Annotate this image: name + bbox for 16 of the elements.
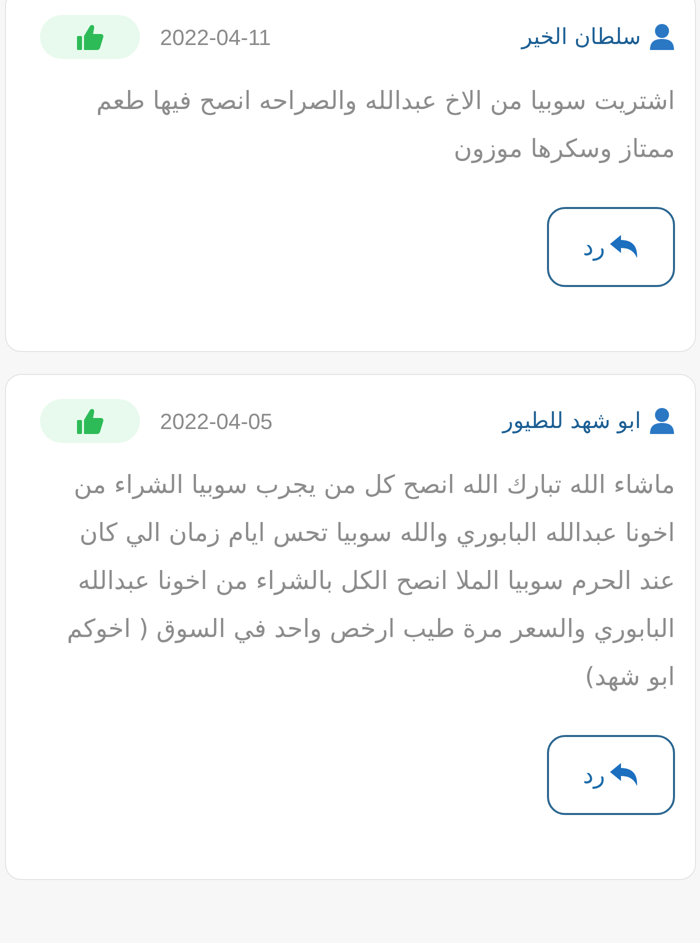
reply-icon (609, 234, 640, 260)
thumbs-up-icon (75, 406, 105, 436)
like-button[interactable] (40, 15, 140, 59)
review-date: 2022-04-11 (160, 24, 271, 52)
like-button[interactable] (40, 399, 140, 443)
reply-button[interactable]: رد (547, 207, 675, 287)
reply-button[interactable]: رد (547, 735, 675, 815)
reply-icon (609, 762, 640, 788)
author-name[interactable]: ابو شهد للطيور (502, 404, 641, 438)
user-icon (649, 407, 675, 435)
author-name[interactable]: سلطان الخير (522, 20, 641, 54)
review-text: اشتريت سوبيا من الاخ عبدالله والصراحه انصح فيها طعم ممتاز وسكرها موزون (95, 85, 675, 166)
user-icon (649, 23, 675, 51)
thumbs-up-icon (75, 22, 105, 52)
review-text: ماشاء الله تبارك الله انصح كل من يجرب سوبيا الشراء من اخونا عبدالله البابوري والله سوبيا تحس ايام زمان الي كان عند الحرم سوبيا الملا انصح الكل بالشراء من اخونا عبدالله البابوري والسعر مرة طيب ارخص واحد في السوق ( اخوكم ابو شهد) (66, 469, 675, 694)
review-date: 2022-04-05 (160, 408, 273, 436)
